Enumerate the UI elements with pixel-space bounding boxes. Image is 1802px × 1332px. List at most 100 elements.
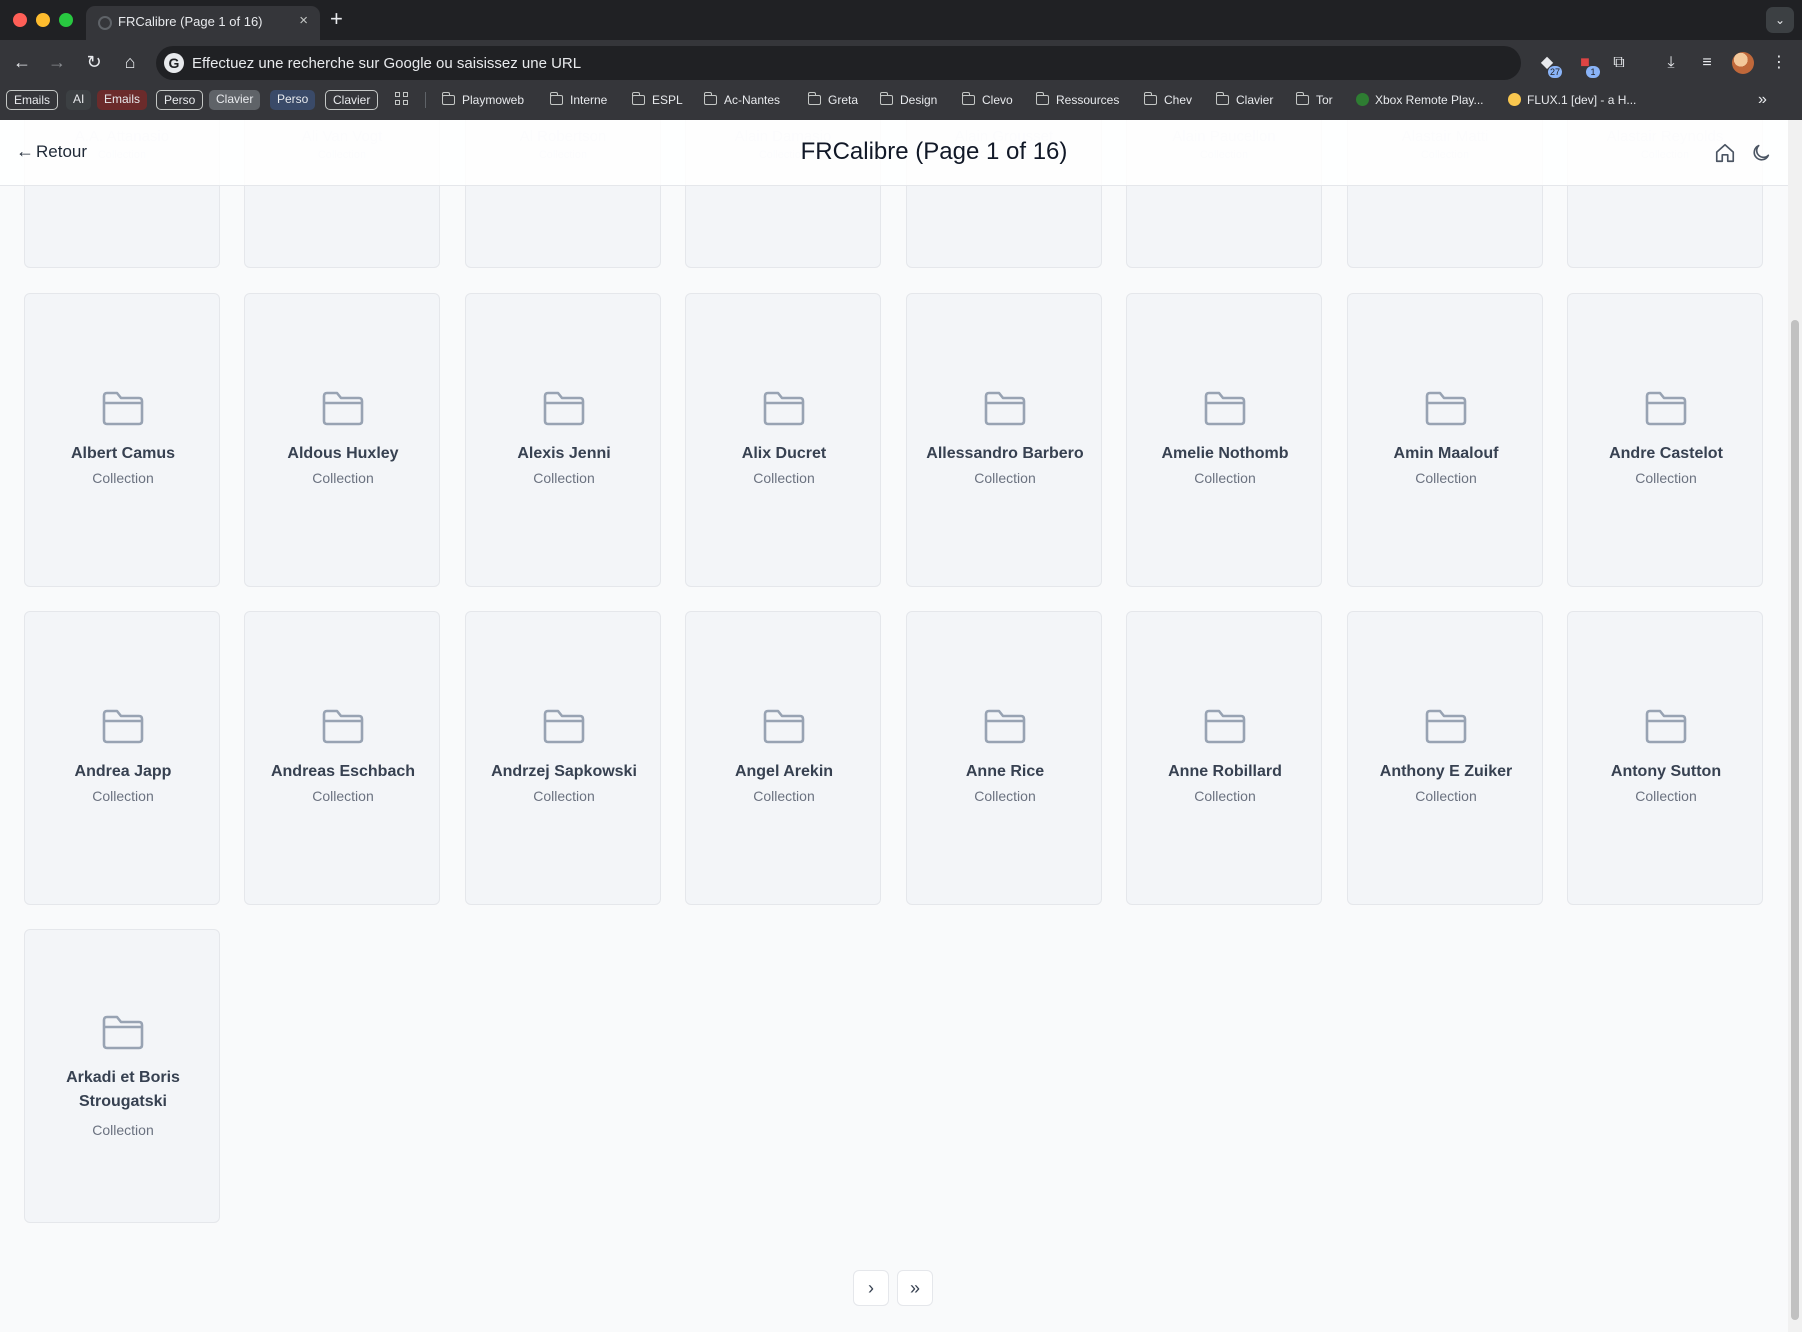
folder-icon (101, 1014, 145, 1050)
theme-toggle-button[interactable] (1750, 142, 1772, 164)
collection-card[interactable]: Andre Castelot Collection (1567, 293, 1763, 587)
collection-card[interactable]: Andreas Eschbach Collection (244, 611, 440, 905)
collection-subtitle: Collection (312, 788, 374, 804)
home-icon[interactable]: ⌂ (118, 50, 142, 74)
bookmark-folder[interactable]: Greta (807, 90, 858, 110)
collection-subtitle: Collection (92, 788, 154, 804)
browser-tab[interactable]: FRCalibre (Page 1 of 16) × (86, 6, 320, 40)
collection-subtitle: Collection (753, 788, 815, 804)
bookmark-folder[interactable]: Clavier (1215, 90, 1273, 110)
minimize-window-button[interactable] (36, 13, 50, 27)
maximize-window-button[interactable] (59, 13, 73, 27)
collection-card[interactable]: Anthony E Zuiker Collection (1347, 611, 1543, 905)
apps-grid-icon[interactable] (395, 92, 409, 106)
collection-card[interactable]: Anne Rice Collection (906, 611, 1102, 905)
tab-close-icon[interactable]: × (299, 12, 308, 29)
folder-icon (321, 708, 365, 744)
tab-strip: FRCalibre (Page 1 of 16) × + ⌄ (0, 0, 1802, 40)
folder-icon (101, 390, 145, 426)
menu-dots-icon[interactable]: ⋮ (1768, 52, 1790, 74)
bookmark-tag[interactable]: Perso (270, 90, 316, 110)
collection-subtitle: Collection (1415, 470, 1477, 486)
bookmark-tag[interactable]: AI (66, 90, 92, 110)
bookmark-link[interactable]: FLUX.1 [dev] - a H... (1508, 90, 1636, 110)
collection-subtitle: Collection (1635, 470, 1697, 486)
collection-card[interactable]: Allessandro Barbero Collection (906, 293, 1102, 587)
collection-name: Alexis Jenni (517, 445, 611, 462)
scrollbar-thumb[interactable] (1791, 320, 1799, 1320)
next-page-button[interactable]: › (853, 1270, 889, 1306)
home-button[interactable] (1714, 142, 1736, 164)
bookmark-folder[interactable]: Chev (1143, 90, 1192, 110)
collection-card[interactable]: Antony Sutton Collection (1567, 611, 1763, 905)
collection-name: Alix Ducret (741, 445, 827, 462)
collection-card[interactable]: Anne Robillard Collection (1126, 611, 1322, 905)
collection-card[interactable]: Angel Arekin Collection (685, 611, 881, 905)
collection-card[interactable]: Arkadi et Boris Strougatski Collection (24, 929, 220, 1223)
close-window-button[interactable] (13, 13, 27, 27)
scrollbar[interactable] (1788, 120, 1802, 1332)
tab-search-button[interactable]: ⌄ (1766, 7, 1794, 33)
last-page-button[interactable]: » (897, 1270, 933, 1306)
collection-name: Amin Maalouf (1393, 445, 1499, 462)
collection-name: Andreas Eschbach (270, 763, 416, 780)
bookmark-folder[interactable]: Ressources (1035, 90, 1119, 110)
collection-subtitle: Collection (92, 470, 154, 486)
collection-subtitle: Collection (974, 470, 1036, 486)
reading-list-icon[interactable]: ≡ (1696, 52, 1718, 74)
moon-icon (1753, 144, 1770, 161)
profile-avatar[interactable] (1732, 52, 1754, 74)
collection-card[interactable]: Amelie Nothomb Collection (1126, 293, 1322, 587)
folder-icon (983, 390, 1027, 426)
bookmark-tag[interactable]: Clavier (325, 90, 379, 110)
collection-subtitle: Collection (1415, 788, 1477, 804)
bookmark-tag[interactable]: Emails (97, 90, 148, 110)
collection-subtitle: Collection (753, 470, 815, 486)
folder-icon (762, 390, 806, 426)
bookmark-tag[interactable]: Emails (6, 90, 59, 110)
folder-icon (631, 92, 645, 105)
new-tab-button[interactable]: + (330, 7, 343, 31)
collection-card[interactable]: Alexis Jenni Collection (465, 293, 661, 587)
bookmark-folder[interactable]: Playmoweb (441, 90, 524, 110)
collection-card[interactable]: Amin Maalouf Collection (1347, 293, 1543, 587)
extension-badge-icon[interactable]: ◆ 27 (1536, 52, 1562, 78)
bookmark-folder[interactable]: Interne (549, 90, 607, 110)
collection-name: Allessandro Barbero (926, 445, 1084, 462)
folder-icon (1295, 92, 1309, 105)
collection-name: Angel Arekin (734, 763, 834, 780)
bookmark-folder[interactable]: ESPL (631, 90, 683, 110)
collection-card[interactable]: Alix Ducret Collection (685, 293, 881, 587)
bookmark-tag[interactable]: Clavier (209, 90, 261, 110)
collection-subtitle: Collection (974, 788, 1036, 804)
collection-card[interactable]: Albert Camus Collection (24, 293, 220, 587)
bookmark-folder[interactable]: Clevo (961, 90, 1013, 110)
collection-name: Amelie Nothomb (1161, 445, 1289, 462)
folder-icon (879, 92, 893, 105)
address-bar-input[interactable] (192, 46, 1492, 80)
bookmark-link[interactable]: Xbox Remote Play... (1356, 90, 1484, 110)
extensions-puzzle-icon[interactable]: ⧉ (1608, 52, 1630, 74)
collection-name: Albert Camus (70, 445, 176, 462)
download-icon[interactable]: ⤓ (1660, 52, 1682, 74)
collection-subtitle: Collection (533, 788, 595, 804)
browser-chrome: FRCalibre (Page 1 of 16) × + ⌄ ← → ↻ ⌂ G… (0, 0, 1802, 120)
extension-hat-icon[interactable]: ■ 1 (1574, 52, 1600, 78)
omnibox[interactable]: G (156, 46, 1521, 80)
bookmark-tag[interactable]: Perso (156, 90, 204, 110)
bookmark-folder[interactable]: Ac-Nantes (703, 90, 780, 110)
forward-arrow-icon[interactable]: → (45, 50, 69, 74)
back-arrow-icon[interactable]: ← (10, 50, 34, 74)
bookmarks-overflow-button[interactable]: » (1758, 88, 1767, 112)
collection-name: Arkadi et Boris Strougatski (66, 1069, 180, 1110)
folder-icon (101, 708, 145, 744)
bookmark-folder[interactable]: Tor (1295, 90, 1333, 110)
collection-card[interactable]: Aldous Huxley Collection (244, 293, 440, 587)
bookmark-folder[interactable]: Design (879, 90, 937, 110)
collection-card[interactable]: Andrea Japp Collection (24, 611, 220, 905)
collection-name: Andre Castelot (1609, 445, 1723, 462)
tab-title: FRCalibre (Page 1 of 16) (118, 14, 263, 29)
reload-icon[interactable]: ↻ (82, 50, 106, 74)
collection-grid: Albert Camus Collection Aldous Huxley Colle… (0, 120, 1788, 1260)
collection-card[interactable]: Andrzej Sapkowski Collection (465, 611, 661, 905)
